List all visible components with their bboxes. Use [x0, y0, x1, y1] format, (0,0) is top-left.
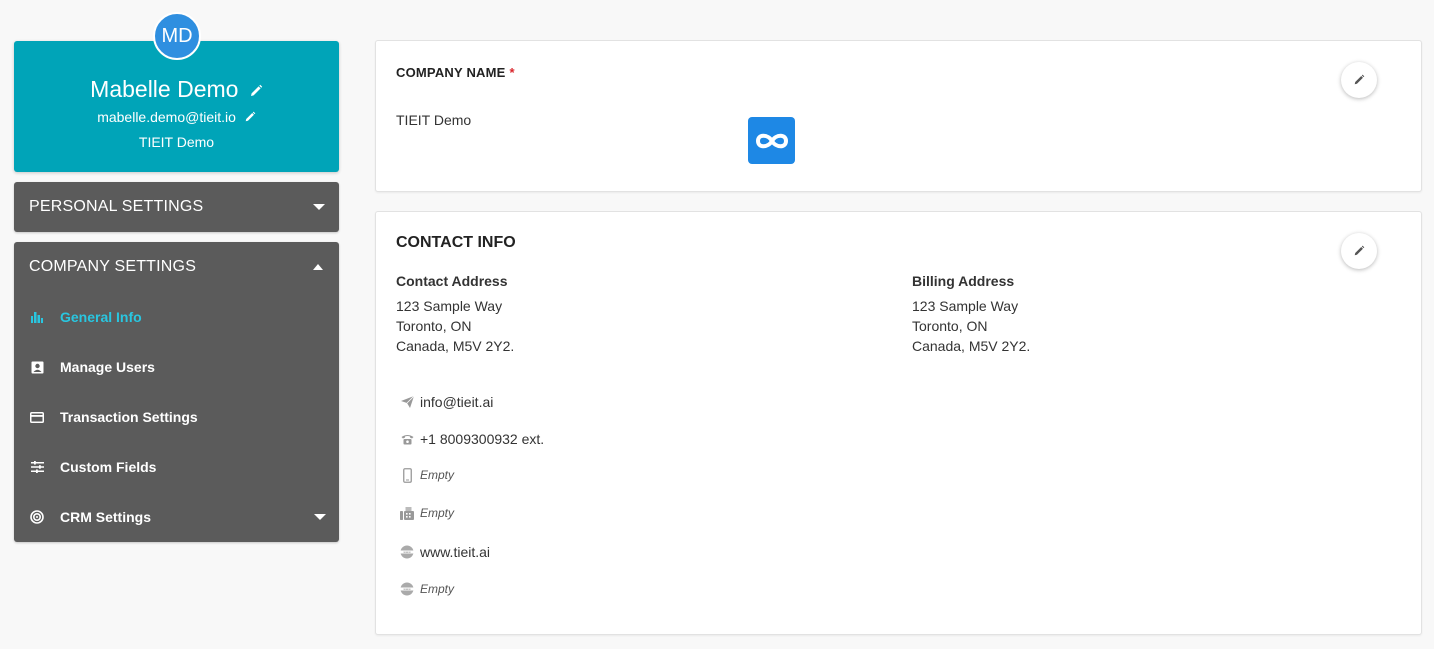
chevron-down-icon: [314, 514, 326, 520]
contact-email[interactable]: info@tieit.ai: [420, 394, 493, 410]
globe-www-icon: www: [400, 545, 414, 559]
billing-address-line: Canada, M5V 2Y2.: [912, 338, 1031, 354]
sidebar-item-manage-users[interactable]: Manage Users: [14, 342, 339, 392]
contact-mobile-row: Empty: [400, 467, 455, 483]
chevron-up-icon: [313, 264, 323, 270]
sidebar-item-transaction-settings[interactable]: Transaction Settings: [14, 392, 339, 442]
personal-settings-toggle[interactable]: PERSONAL SETTINGS: [14, 182, 339, 232]
contact-address-line: Toronto, ON: [396, 318, 472, 334]
contact-fax: Empty: [420, 506, 455, 520]
required-marker: *: [509, 65, 515, 80]
billing-address-heading: Billing Address: [912, 273, 1015, 289]
building-chart-icon: [30, 310, 44, 324]
contact-website-row: www www.tieit.ai: [400, 544, 490, 560]
avatar[interactable]: MD: [153, 12, 201, 60]
profile-name-row: Mabelle Demo: [14, 76, 339, 104]
edit-name-pencil-icon[interactable]: [249, 77, 263, 104]
paper-plane-icon: [400, 395, 414, 409]
company-name-label-text: COMPANY NAME: [396, 65, 506, 80]
company-logo: [748, 117, 795, 164]
contact-fax-row: Empty: [400, 506, 454, 520]
svg-text:www: www: [403, 587, 411, 591]
profile-card: Mabelle Demo mabelle.demo@tieit.io TIEIT…: [14, 41, 339, 172]
sidebar-item-general-info[interactable]: General Info: [14, 292, 339, 342]
company-name-value: TIEIT Demo: [396, 112, 472, 128]
contact-phone: +1 8009300932 ext.: [420, 431, 545, 447]
sidebar-item-label: Custom Fields: [60, 459, 157, 475]
globe-www-icon: www: [400, 582, 414, 596]
telephone-icon: [400, 432, 414, 446]
chevron-down-icon: [313, 204, 325, 210]
sidebar-item-custom-fields[interactable]: Custom Fields: [14, 442, 339, 492]
infinity-logo-icon: [755, 133, 788, 148]
company-settings-menu: COMPANY SETTINGS General Info Manage Use…: [14, 242, 339, 542]
contact-website2: Empty: [420, 582, 455, 596]
mobile-phone-icon: [400, 467, 414, 483]
contact-info-title: CONTACT INFO: [396, 234, 516, 251]
company-settings-toggle[interactable]: COMPANY SETTINGS: [14, 242, 339, 292]
contact-address-line: Canada, M5V 2Y2.: [396, 338, 515, 354]
company-name-card: COMPANY NAME * TIEIT Demo: [375, 40, 1422, 192]
contact-address-heading: Contact Address: [396, 273, 508, 289]
sidebar-item-label: Transaction Settings: [60, 409, 198, 425]
svg-text:www: www: [403, 550, 411, 554]
contact-phone-row: +1 8009300932 ext.: [400, 431, 544, 447]
profile-company: TIEIT Demo: [138, 134, 215, 150]
profile-name: Mabelle Demo: [90, 76, 239, 102]
sidebar-item-label: General Info: [60, 309, 142, 325]
edit-company-name-button[interactable]: [1341, 62, 1377, 98]
contact-website[interactable]: www.tieit.ai: [420, 544, 490, 560]
pencil-icon: [1354, 74, 1365, 85]
fax-icon: [400, 506, 414, 520]
edit-email-pencil-icon[interactable]: [244, 110, 256, 126]
credit-card-icon: [30, 410, 44, 424]
personal-settings-menu: PERSONAL SETTINGS: [14, 182, 339, 232]
edit-contact-info-button[interactable]: [1341, 233, 1377, 269]
user-card-icon: [30, 360, 44, 374]
sliders-icon: [30, 460, 44, 474]
pencil-icon: [1354, 245, 1365, 256]
profile-email-row: mabelle.demo@tieit.io: [14, 109, 339, 126]
company-settings-label: COMPANY SETTINGS: [29, 258, 197, 275]
billing-address-line: Toronto, ON: [912, 318, 988, 334]
contact-mobile: Empty: [420, 468, 455, 482]
contact-info-card: CONTACT INFO Contact Address 123 Sample …: [375, 211, 1422, 635]
contact-website2-row: www Empty: [400, 582, 454, 596]
sidebar-item-crm-settings[interactable]: CRM Settings: [14, 492, 339, 542]
contact-email-row: info@tieit.ai: [400, 394, 493, 410]
company-name-label: COMPANY NAME *: [396, 65, 515, 80]
sidebar-item-label: Manage Users: [60, 359, 155, 375]
personal-settings-label: PERSONAL SETTINGS: [29, 198, 204, 215]
billing-address-line: 123 Sample Way: [912, 298, 1019, 314]
sidebar-item-label: CRM Settings: [60, 509, 151, 525]
contact-address-line: 123 Sample Way: [396, 298, 503, 314]
profile-email: mabelle.demo@tieit.io: [97, 109, 236, 125]
target-icon: [30, 510, 44, 524]
